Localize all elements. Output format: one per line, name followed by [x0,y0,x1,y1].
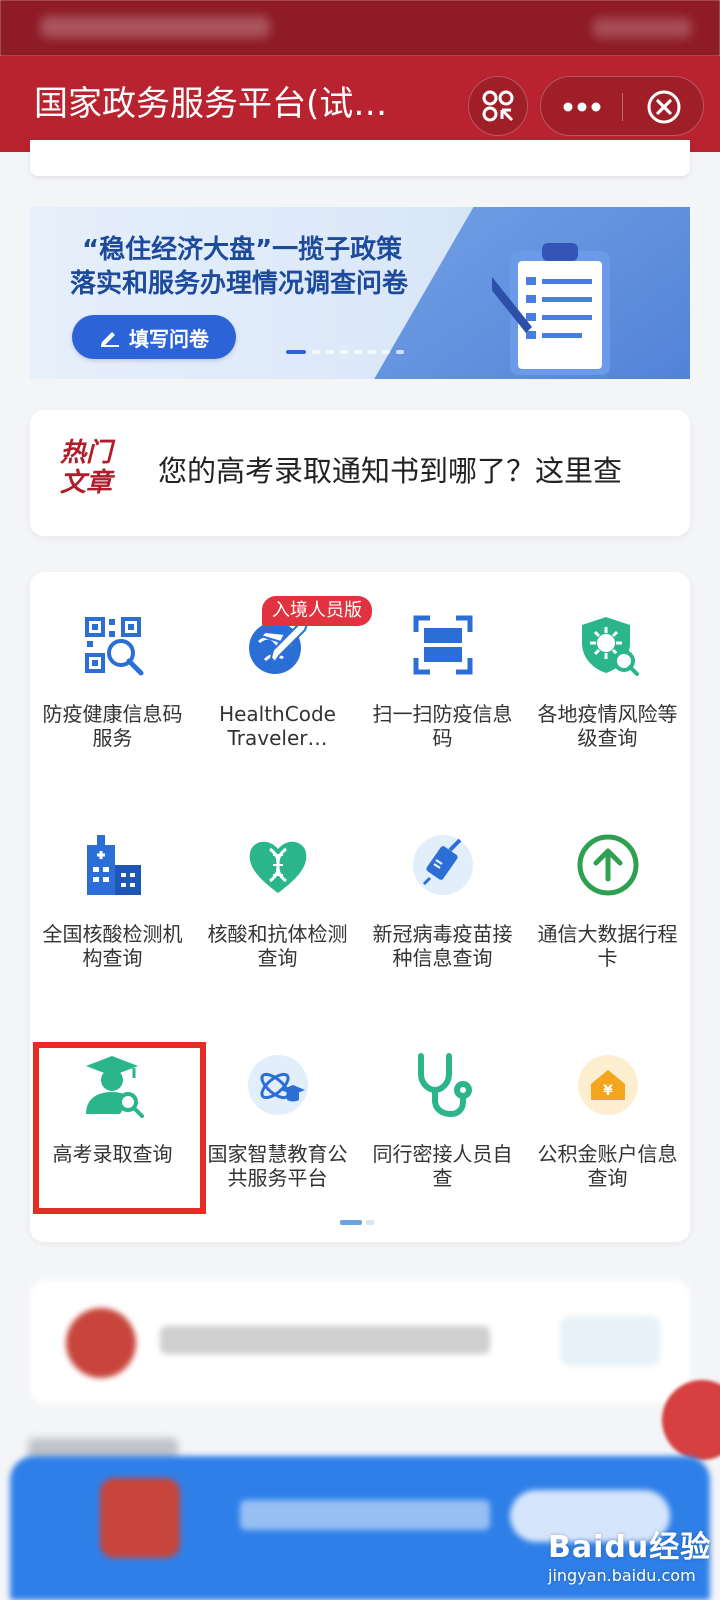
stethoscope-icon [417,1053,472,1118]
page-title: 国家政务服务平台(试… [34,84,388,124]
virus-shield-icon [581,617,639,676]
service-label: HealthCode Traveler… [219,702,336,750]
ellipsis-icon [563,102,601,112]
hot-article-tag: 热门 文章 [60,438,124,498]
vaccine-icon [412,835,473,895]
service-testing-institutions[interactable]: 全国核酸检测机构查询 [30,792,195,992]
service-label: 通信大数据行程卡 [537,922,678,970]
service-nucleic-antibody[interactable]: 核酸和抗体检测查询 [195,792,360,992]
hot-article-title[interactable]: 您的高考录取通知书到哪了？这里查 [158,448,622,490]
service-close-contact[interactable]: 同行密接人员自查 [360,1012,525,1212]
close-circle-icon [647,90,681,124]
top-card-bottom-edge [30,140,690,176]
blurred-status-icons [592,18,692,38]
watermark-site: jingyan.baidu.com [548,1566,696,1585]
survey-banner[interactable]: “稳住经济大盘”一揽子政策 落实和服务办理情况调查问卷 填写问卷 [30,207,690,379]
scan-frame-icon [413,615,472,675]
service-grid-pagination [340,1220,374,1225]
service-housing-fund[interactable]: ¥ 公积金账户信息查询 [525,1012,690,1212]
mini-program-code-button[interactable] [468,76,528,136]
mini-program-title-bar: 国家政务服务平台(试… [0,56,720,152]
highlight-annotation-box [33,1042,206,1214]
service-label: 全国核酸检测机构查询 [42,922,183,970]
hot-article-card[interactable]: 热门 文章 您的高考录取通知书到哪了？这里查 [30,410,690,536]
service-label: 各地疫情风险等级查询 [537,702,678,750]
banner-pagination [286,350,404,354]
watermark-brand: Baidu经验 [548,1530,712,1565]
inbound-version-badge: 入境人员版 [262,596,372,626]
mini-program-code-icon [482,90,514,122]
service-vaccination[interactable]: 新冠病毒疫苗接种信息查询 [360,792,525,992]
close-button[interactable] [623,77,705,137]
fill-survey-button[interactable]: 填写问卷 [72,315,236,359]
service-label: 国家智慧教育公共服务平台 [207,1142,348,1190]
status-bar [0,0,720,56]
pencil-icon [101,332,119,347]
hot-tag-line-2: 文章 [60,468,113,498]
service-label: 防疫健康信息码服务 [42,702,183,750]
health-code-scan-icon [84,617,143,676]
service-health-code[interactable]: 防疫健康信息码服务 [30,572,195,772]
service-label: 扫一扫防疫信息码 [372,702,513,750]
fill-survey-label: 填写问卷 [129,326,209,351]
hot-tag-line-1: 热门 [60,438,113,468]
clipboard-illustration-icon [492,243,610,375]
baidu-jingyan-watermark: Baidu经验 jingyan.baidu.com [548,1522,718,1596]
service-itinerary-card[interactable]: 通信大数据行程卡 [525,792,690,992]
blurred-platform-card [30,1280,690,1404]
blurred-status-text [40,16,270,38]
capsule-menu [540,76,704,136]
arrow-up-circle-icon [577,834,638,896]
service-label: 同行密接人员自查 [372,1142,513,1190]
service-label: 核酸和抗体检测查询 [207,922,348,970]
banner-headline-2: 落实和服务办理情况调查问卷 [70,269,409,299]
service-smart-education[interactable]: 国家智慧教育公共服务平台 [195,1012,360,1212]
svg-text:¥: ¥ [603,1083,613,1099]
service-risk-level[interactable]: 各地疫情风险等级查询 [525,572,690,772]
service-label: 新冠病毒疫苗接种信息查询 [372,922,513,970]
banner-headline-1: “稳住经济大盘”一揽子政策 [82,235,403,265]
more-button[interactable] [541,77,623,137]
service-scan-code[interactable]: 扫一扫防疫信息码 [360,572,525,772]
dna-heart-icon [249,841,306,893]
house-yuan-icon: ¥ [577,1055,638,1115]
service-label: 公积金账户信息查询 [537,1142,678,1190]
hospital-building-icon [86,835,141,895]
atom-graduation-icon [247,1055,308,1115]
